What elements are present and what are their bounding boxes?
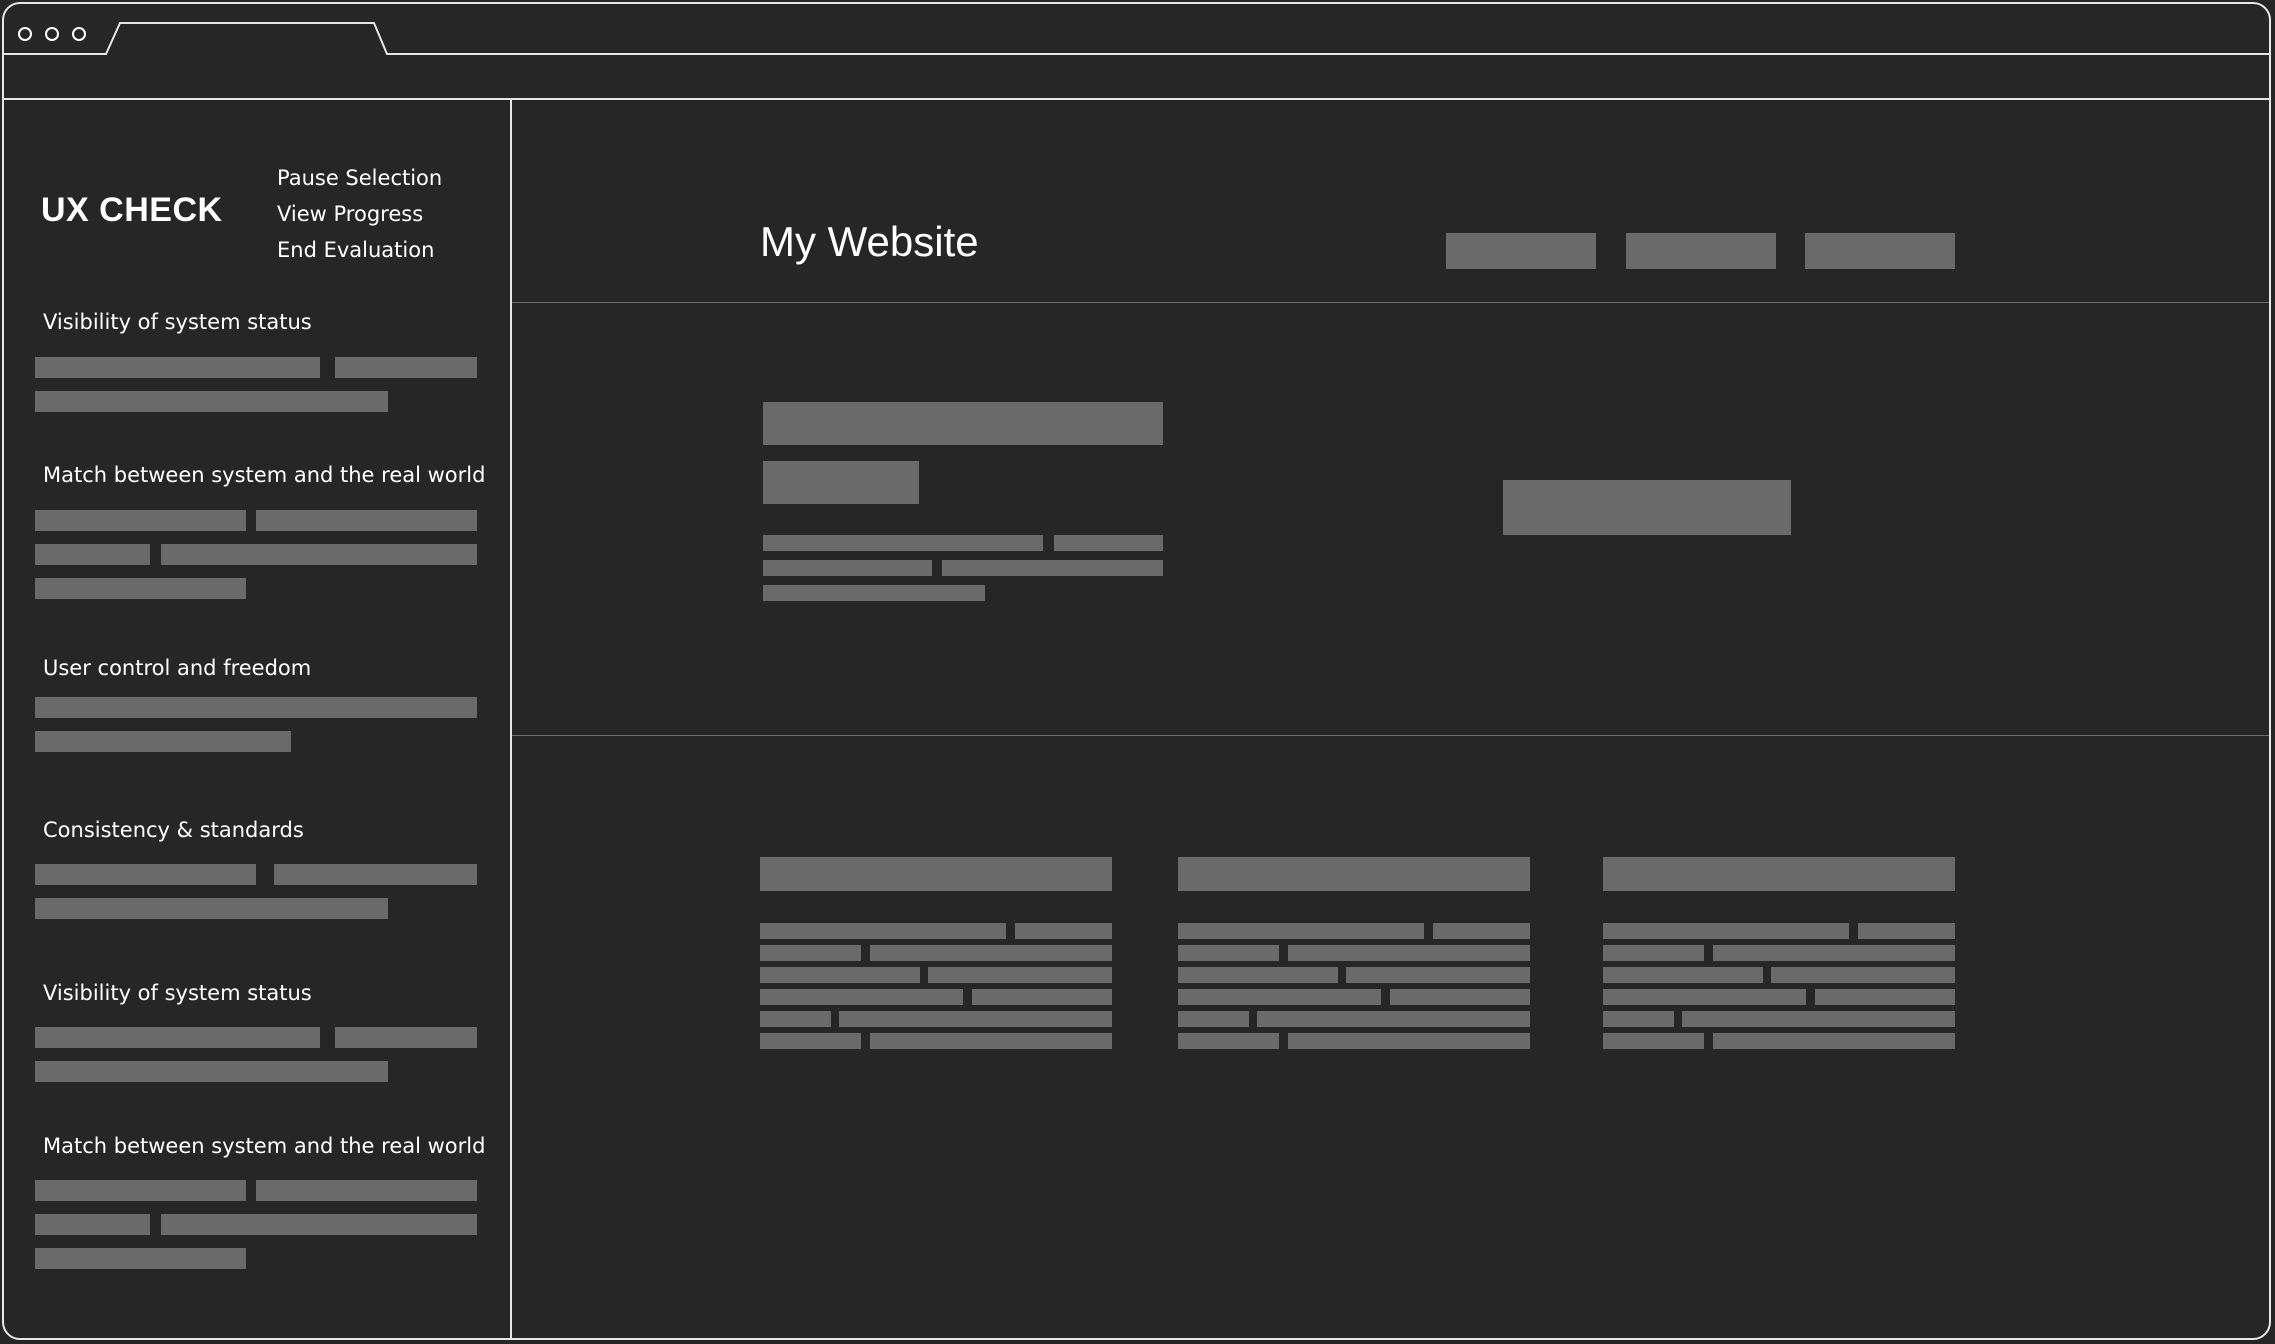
text-placeholder — [1346, 967, 1530, 983]
text-placeholder — [35, 1061, 388, 1082]
card-title-placeholder — [1178, 857, 1530, 891]
text-placeholder — [870, 945, 1112, 961]
heuristic-title[interactable]: Visibility of system status — [43, 309, 312, 335]
side-menu: Pause Selection View Progress End Evalua… — [277, 160, 442, 268]
text-placeholder — [1815, 989, 1955, 1005]
ux-check-sidebar: UX CHECK Pause Selection View Progress E… — [4, 100, 512, 1338]
text-placeholder — [1858, 923, 1955, 939]
text-placeholder — [760, 945, 861, 961]
address-bar[interactable] — [4, 56, 2269, 100]
text-placeholder — [1288, 1033, 1530, 1049]
nav-item-placeholder[interactable] — [1446, 233, 1596, 269]
hero-heading-placeholder — [763, 402, 1163, 445]
text-placeholder — [35, 391, 388, 412]
browser-tab[interactable] — [129, 26, 349, 50]
text-placeholder — [1603, 1011, 1674, 1027]
card-title-placeholder — [760, 857, 1112, 891]
text-placeholder — [763, 535, 1043, 551]
text-placeholder — [870, 1033, 1112, 1049]
nav-item-placeholder[interactable] — [1626, 233, 1776, 269]
text-placeholder — [35, 1214, 150, 1235]
end-evaluation-link[interactable]: End Evaluation — [277, 232, 442, 268]
maximize-dot-icon[interactable] — [72, 27, 86, 41]
hero-section — [512, 303, 2269, 736]
text-placeholder — [1713, 1033, 1955, 1049]
text-placeholder — [35, 864, 256, 885]
text-placeholder — [1178, 1033, 1279, 1049]
text-placeholder — [1682, 1011, 1955, 1027]
heuristic-title[interactable]: Match between system and the real world — [43, 462, 485, 488]
text-placeholder — [839, 1011, 1112, 1027]
heuristic-title[interactable]: Consistency & standards — [43, 817, 304, 843]
text-placeholder — [35, 357, 320, 378]
text-placeholder — [760, 967, 920, 983]
text-placeholder — [760, 989, 963, 1005]
text-placeholder — [760, 1033, 861, 1049]
heuristic-title[interactable]: User control and freedom — [43, 655, 311, 681]
text-placeholder — [35, 578, 246, 599]
text-placeholder — [256, 1180, 477, 1201]
text-placeholder — [335, 357, 477, 378]
text-placeholder — [928, 967, 1112, 983]
text-placeholder — [1713, 945, 1955, 961]
text-placeholder — [942, 560, 1163, 576]
text-placeholder — [1433, 923, 1530, 939]
text-placeholder — [1390, 989, 1530, 1005]
card-title-placeholder — [1603, 857, 1955, 891]
text-placeholder — [161, 544, 477, 565]
text-placeholder — [1603, 923, 1849, 939]
text-placeholder — [1178, 989, 1381, 1005]
browser-window: UX CHECK Pause Selection View Progress E… — [2, 2, 2271, 1340]
text-placeholder — [35, 510, 246, 531]
text-placeholder — [161, 1214, 477, 1235]
text-placeholder — [35, 731, 291, 752]
tab-bar — [4, 4, 2269, 56]
text-placeholder — [1257, 1011, 1530, 1027]
text-placeholder — [1178, 945, 1279, 961]
text-placeholder — [35, 898, 388, 919]
site-title: My Website — [760, 218, 979, 265]
text-placeholder — [1603, 945, 1704, 961]
view-progress-link[interactable]: View Progress — [277, 196, 442, 232]
hero-subheading-placeholder — [763, 461, 919, 504]
text-placeholder — [763, 560, 932, 576]
text-placeholder — [1015, 923, 1112, 939]
text-placeholder — [1603, 967, 1763, 983]
text-placeholder — [760, 1011, 831, 1027]
text-placeholder — [274, 864, 477, 885]
text-placeholder — [35, 544, 150, 565]
text-placeholder — [1178, 967, 1338, 983]
text-placeholder — [1054, 535, 1163, 551]
text-placeholder — [1178, 1011, 1249, 1027]
close-dot-icon[interactable] — [18, 27, 32, 41]
text-placeholder — [972, 989, 1112, 1005]
text-placeholder — [763, 585, 985, 601]
text-placeholder — [35, 1027, 320, 1048]
text-placeholder — [35, 1248, 246, 1269]
heuristic-title[interactable]: Visibility of system status — [43, 980, 312, 1006]
minimize-dot-icon[interactable] — [45, 27, 59, 41]
website-preview: My Website — [512, 100, 2269, 1338]
text-placeholder — [1603, 989, 1806, 1005]
text-placeholder — [256, 510, 477, 531]
heuristic-title[interactable]: Match between system and the real world — [43, 1133, 485, 1159]
nav-item-placeholder[interactable] — [1805, 233, 1955, 269]
brand-logo: UX CHECK — [41, 191, 223, 229]
hero-cta-button[interactable] — [1503, 480, 1791, 535]
text-placeholder — [335, 1027, 477, 1048]
text-placeholder — [1771, 967, 1955, 983]
pause-selection-link[interactable]: Pause Selection — [277, 160, 442, 196]
text-placeholder — [760, 923, 1006, 939]
text-placeholder — [1288, 945, 1530, 961]
text-placeholder — [35, 697, 477, 718]
text-placeholder — [1603, 1033, 1704, 1049]
site-header: My Website — [512, 100, 2269, 303]
text-placeholder — [1178, 923, 1424, 939]
text-placeholder — [35, 1180, 246, 1201]
